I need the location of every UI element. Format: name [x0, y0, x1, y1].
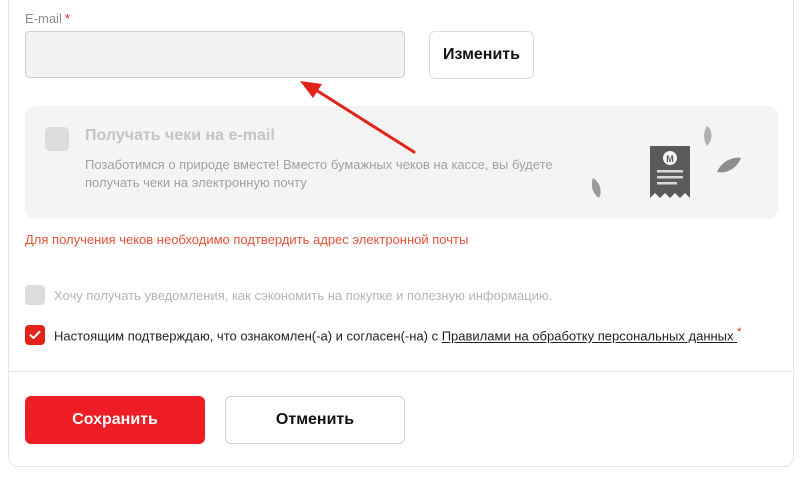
leaf-icon	[704, 126, 712, 146]
save-button[interactable]: Сохранить	[25, 396, 205, 444]
consent-required-mark: *	[737, 326, 742, 339]
consent-checkbox[interactable]	[25, 325, 45, 345]
consent-text: Настоящим подтверждаю, что ознакомлен(-а…	[54, 328, 442, 344]
change-email-button[interactable]: Изменить	[429, 31, 534, 79]
receipt-icon: M	[650, 146, 690, 198]
personal-data-rules-link[interactable]: Правилами на обработку персональных данн…	[442, 329, 737, 344]
form-divider	[9, 371, 793, 372]
checkmark-icon	[29, 330, 41, 339]
receipt-option-title: Получать чеки на e-mail	[85, 127, 275, 144]
leaf-icon	[717, 157, 741, 173]
email-confirm-hint: Для получения чеков необходимо подтверди…	[25, 232, 469, 247]
cancel-button[interactable]: Отменить	[225, 396, 405, 444]
email-required-mark: *	[64, 11, 70, 26]
receipt-option-description: Позаботимся о природе вместе! Вместо бум…	[85, 157, 553, 190]
notify-label: Хочу получать уведомления, как сэкономит…	[54, 287, 553, 303]
consent-label: Настоящим подтверждаю, что ознакомлен(-а…	[54, 326, 741, 343]
receipt-option-panel: Получать чеки на e-mail Позаботимся о пр…	[25, 106, 778, 219]
receipt-illustration: M	[591, 126, 741, 198]
receipt-checkbox[interactable]	[45, 127, 69, 151]
notify-option[interactable]: Хочу получать уведомления, как сэкономит…	[25, 285, 552, 305]
email-input[interactable]	[25, 31, 405, 78]
receipt-logo-letter: M	[666, 154, 674, 164]
email-label-text: E-mail	[25, 11, 62, 26]
consent-option[interactable]: Настоящим подтверждаю, что ознакомлен(-а…	[25, 325, 741, 345]
leaf-icon	[591, 178, 601, 198]
notify-checkbox[interactable]	[25, 285, 45, 305]
email-label: E-mail *	[25, 11, 70, 26]
